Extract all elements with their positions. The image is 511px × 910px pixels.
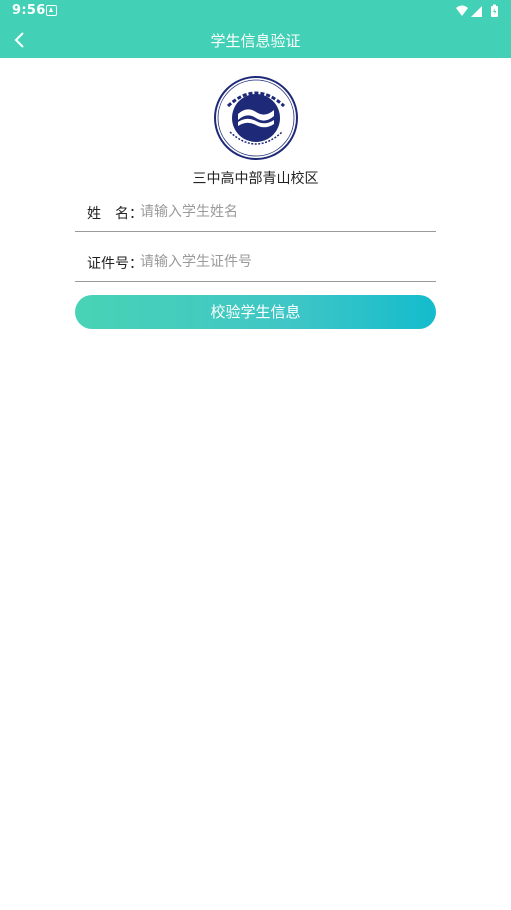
- status-time: 9:56: [12, 3, 46, 18]
- status-icons: [456, 4, 498, 17]
- student-name-input[interactable]: [140, 199, 430, 225]
- student-id-field: 证件号：: [75, 244, 436, 282]
- page-title: 学生信息验证: [210, 32, 301, 50]
- school-name: 三中高中部青山校区: [192, 171, 319, 187]
- student-name-field: 姓 名：: [75, 194, 436, 232]
- student-id-input[interactable]: [140, 249, 430, 275]
- wifi-icon: [456, 5, 468, 16]
- app-bar: 学生信息验证: [0, 22, 511, 58]
- school-emblem-logo: [214, 76, 298, 160]
- student-id-label: 证件号：: [87, 256, 143, 272]
- battery-icon: [491, 4, 498, 17]
- student-name-label: 姓 名：: [87, 206, 143, 222]
- signal-icon: [471, 6, 482, 17]
- verify-student-info-button[interactable]: 校验学生信息: [75, 295, 436, 329]
- notification-icon: [46, 5, 57, 16]
- status-bar: 9:56: [0, 0, 511, 22]
